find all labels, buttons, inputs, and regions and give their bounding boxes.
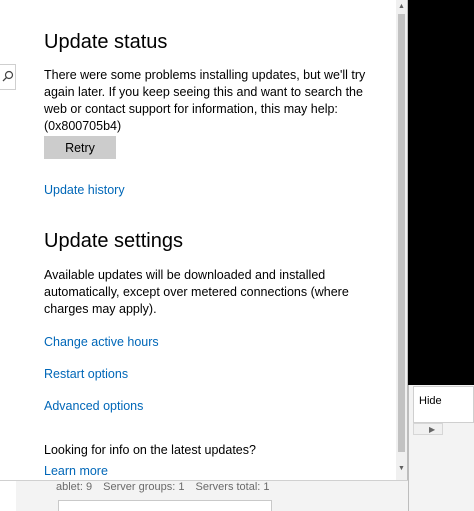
status-servers-total: Servers total: 1 (195, 481, 270, 493)
restart-options-link[interactable]: Restart options (44, 367, 128, 381)
background-divider (0, 480, 16, 481)
search-icon (2, 70, 14, 82)
chevron-up-icon[interactable]: ▲ (396, 2, 407, 12)
learn-more-link[interactable]: Learn more (44, 464, 108, 478)
background-search-box[interactable] (0, 64, 16, 90)
background-hide-label: Hide (419, 395, 442, 407)
background-status-bar: ablet: 9 Server groups: 1 Servers total:… (56, 481, 278, 493)
background-input-box[interactable] (58, 500, 272, 511)
latest-updates-question: Looking for info on the latest updates? (44, 443, 256, 457)
background-horizontal-scrollbar[interactable]: ▶ (413, 423, 443, 435)
update-status-message: There were some problems installing upda… (44, 68, 366, 133)
change-active-hours-link[interactable]: Change active hours (44, 335, 159, 349)
update-settings-heading: Update settings (44, 230, 183, 252)
windows-update-settings-panel: Update status There were some problems i… (16, 0, 408, 480)
advanced-options-link[interactable]: Advanced options (44, 399, 143, 413)
update-status-heading: Update status (44, 31, 168, 53)
background-window-black (408, 0, 474, 385)
update-history-link[interactable]: Update history (44, 183, 125, 197)
update-settings-description: Available updates will be downloaded and… (44, 268, 349, 316)
chevron-right-icon[interactable]: ▶ (429, 425, 435, 434)
chevron-down-icon[interactable]: ▼ (396, 464, 407, 474)
status-server-groups: Server groups: 1 (103, 481, 185, 493)
retry-button[interactable]: Retry (44, 136, 116, 159)
status-tablets: ablet: 9 (56, 481, 93, 493)
scrollbar-thumb[interactable] (398, 14, 405, 452)
vertical-scrollbar[interactable]: ▲ ▼ (396, 0, 407, 480)
